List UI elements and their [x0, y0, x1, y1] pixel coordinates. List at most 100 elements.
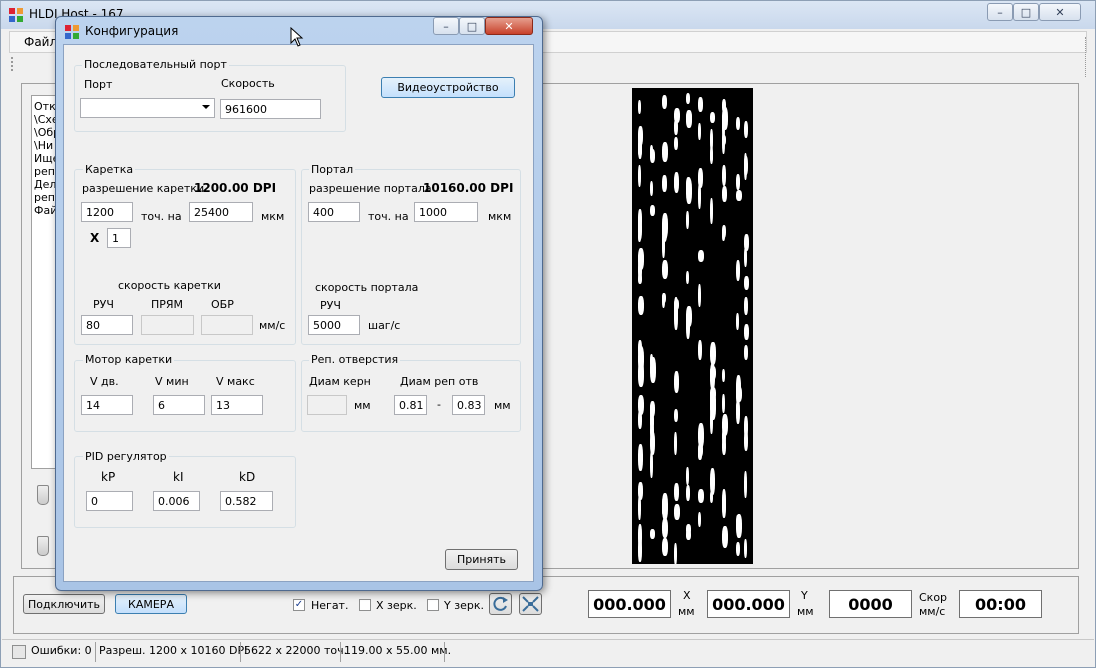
pcb-pad [736, 375, 741, 402]
pcb-pad [638, 361, 644, 387]
ki-input[interactable]: 0.006 [153, 491, 200, 511]
kd-label: kD [239, 470, 256, 484]
fit-button[interactable] [519, 593, 542, 615]
pcb-pad [736, 313, 739, 330]
cursor-icon [290, 27, 304, 47]
x-mirror-label: X зерк. [376, 599, 417, 612]
pcb-pad [722, 437, 726, 455]
reg-holes-group-title: Реп. отверстия [309, 353, 401, 366]
refresh-button[interactable] [489, 593, 512, 615]
slider-thumb-1[interactable] [37, 485, 49, 505]
pcb-pad [686, 467, 689, 485]
carriage-manual-input[interactable]: 80 [81, 315, 133, 335]
y-unit: мм [797, 605, 814, 618]
carriage-reverse-input[interactable] [201, 315, 253, 335]
pcb-pad [722, 130, 725, 154]
status-resolution: Разреш. 1200 x 10160 DPI [99, 644, 248, 657]
carriage-um-label: мкм [261, 210, 285, 223]
speed-readout: 0000 [829, 590, 912, 618]
pcb-pad [662, 293, 666, 303]
carriage-forward-input[interactable] [141, 315, 194, 335]
carriage-res-label: разрешение каретки [82, 182, 205, 195]
connect-button[interactable]: Подключить [23, 594, 105, 614]
portal-speed-title: скорость портала [315, 281, 419, 294]
carriage-x-input[interactable]: 1 [107, 228, 131, 248]
pcb-pad [722, 165, 726, 186]
minimize-icon[interactable]: – [987, 3, 1013, 21]
pcb-pad [710, 150, 713, 162]
dialog-minimize-icon[interactable]: – [433, 17, 459, 35]
status-separator [444, 642, 445, 662]
baud-input[interactable]: 961600 [220, 99, 321, 119]
accept-button[interactable]: Принять [445, 549, 518, 570]
portal-um-label: мкм [488, 210, 512, 223]
pcb-pad [638, 395, 644, 415]
pcb-pad [744, 297, 748, 315]
status-bar: Ошибки: 0 Разреш. 1200 x 10160 DPI 5622 … [2, 639, 1094, 666]
reg-diam-label: Диам реп отв [400, 375, 479, 388]
speed-label: Скорость [221, 77, 275, 90]
carriage-points-input[interactable]: 1200 [81, 202, 133, 222]
negative-checkbox[interactable]: ✓ [293, 599, 305, 611]
kd-input[interactable]: 0.582 [220, 491, 273, 511]
pcb-pad [686, 306, 692, 327]
core-diam-input[interactable] [307, 395, 347, 415]
reg-diam-dash: - [437, 398, 441, 411]
v-move-input[interactable]: 14 [81, 395, 133, 415]
camera-button[interactable]: КАМЕРА [115, 594, 187, 614]
pcb-pad [722, 414, 728, 436]
pcb-pad [698, 250, 704, 262]
pcb-pad [686, 485, 690, 501]
pcb-pad [674, 137, 678, 150]
status-points: 5622 x 22000 точ. [244, 644, 348, 657]
y-mirror-checkbox[interactable] [427, 599, 439, 611]
status-separator [240, 642, 241, 662]
refresh-icon [493, 596, 508, 611]
portal-points-input[interactable]: 400 [308, 202, 360, 222]
v-min-input[interactable]: 6 [153, 395, 205, 415]
reg-diam-max-input[interactable]: 0.83 [452, 395, 485, 415]
pcb-pad [686, 93, 690, 104]
pcb-pad [736, 174, 740, 190]
pcb-pad [744, 153, 747, 180]
pcb-pad [736, 117, 740, 130]
port-select[interactable] [80, 98, 215, 118]
pcb-pad [710, 112, 715, 123]
pcb-pad [710, 198, 713, 224]
kp-input[interactable]: 0 [86, 491, 133, 511]
dialog-close-icon[interactable]: ✕ [485, 17, 533, 35]
carriage-res-value: 1200.00 DPI [194, 181, 277, 195]
pcb-pad [662, 142, 668, 162]
pcb-pad [744, 324, 749, 340]
pcb-pad [686, 530, 691, 540]
maximize-icon[interactable]: □ [1013, 3, 1039, 21]
slider-thumb-2[interactable] [37, 536, 49, 556]
carriage-speed-unit: мм/с [259, 319, 286, 332]
pcb-pad [638, 100, 641, 114]
pcb-pad [662, 175, 667, 192]
v-max-input[interactable]: 13 [211, 395, 263, 415]
kp-label: kP [101, 470, 116, 484]
portal-um-input[interactable]: 1000 [414, 202, 478, 222]
dialog-maximize-icon[interactable]: □ [459, 17, 485, 35]
carriage-group-title: Каретка [83, 163, 136, 176]
portal-manual-input[interactable]: 5000 [308, 315, 360, 335]
fit-icon [522, 596, 539, 612]
reg-diam-min-input[interactable]: 0.81 [394, 395, 427, 415]
pcb-preview[interactable] [632, 88, 753, 564]
pcb-pad [710, 491, 713, 503]
x-mirror-checkbox[interactable] [359, 599, 371, 611]
pcb-pad [674, 483, 679, 501]
reg-diam-unit: мм [494, 399, 511, 412]
carriage-manual-label: РУЧ [93, 298, 114, 311]
pcb-pad [722, 494, 726, 518]
carriage-um-input[interactable]: 25400 [189, 202, 253, 222]
chevron-down-icon [202, 105, 210, 109]
pcb-pad [662, 260, 668, 279]
pcb-pad [710, 363, 715, 390]
menu-file[interactable]: Файл [24, 35, 57, 49]
video-device-button[interactable]: Видеоустройство [381, 77, 515, 98]
pcb-pad [686, 211, 689, 229]
close-icon[interactable]: ✕ [1039, 3, 1081, 21]
v-max-label: V макс [216, 375, 255, 388]
